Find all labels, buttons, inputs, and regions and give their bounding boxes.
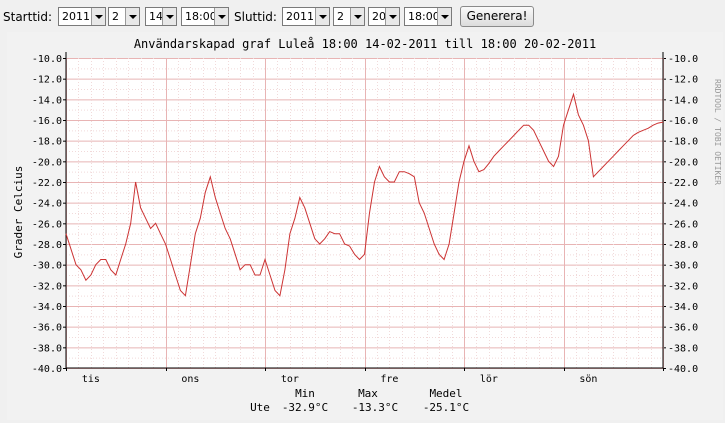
- end-month-select[interactable]: 2: [333, 7, 365, 26]
- start-month-select[interactable]: 2: [108, 7, 140, 26]
- stats-max-value: -13.3°C: [352, 401, 398, 414]
- chevron-down-icon: [385, 8, 399, 25]
- chevron-down-icon: [350, 8, 364, 25]
- chevron-down-icon: [162, 8, 176, 25]
- y-tick-label: -32.0: [668, 281, 698, 292]
- y-tick-label: -10.0: [32, 54, 62, 65]
- rrdtool-credit: RRDTOOL / TOBI OETIKER: [713, 79, 722, 185]
- end-year-select[interactable]: 2011: [282, 7, 330, 26]
- toolbar: Starttid: 2011 2 14 18:00 Sluttid: 2011 …: [0, 0, 725, 34]
- x-tick-label: tor: [281, 374, 299, 385]
- y-tick-label: -26.0: [668, 219, 698, 230]
- y-tick-label: -28.0: [32, 240, 62, 251]
- y-tick-label: -12.0: [668, 75, 698, 86]
- y-tick-label: -14.0: [32, 95, 62, 106]
- stats-min-value: -32.9°C: [282, 401, 328, 414]
- start-time-label: Starttid:: [3, 10, 53, 24]
- temperature-chart: -10.0 -12.0 -14.0 -16.0 -18.0 -20.0 -22.0 -24.0…: [7, 32, 723, 420]
- y-tick-label: -22.0: [668, 178, 698, 189]
- y-tick-labels-left: -10.0 -12.0 -14.0 -16.0 -18.0 -20.0 -22.0 -24.0…: [32, 54, 62, 375]
- y-tick-label: -24.0: [32, 199, 62, 210]
- stats-min-label: Min: [295, 387, 315, 400]
- start-day-value: 14: [149, 10, 163, 23]
- y-tick-label: -18.0: [668, 137, 698, 148]
- stats-row-label: Ute: [250, 401, 270, 414]
- y-tick-label: -10.0: [668, 54, 698, 65]
- x-tick-label: lör: [480, 374, 498, 385]
- y-tick-label: -24.0: [668, 199, 698, 210]
- y-tick-label: -18.0: [32, 137, 62, 148]
- x-tick-label: ons: [181, 374, 199, 385]
- start-year-value: 2011: [62, 10, 90, 23]
- y-tick-label: -28.0: [668, 240, 698, 251]
- y-tick-label: -36.0: [668, 323, 698, 334]
- y-tick-label: -32.0: [32, 281, 62, 292]
- y-tick-label: -16.0: [668, 116, 698, 127]
- chevron-down-icon: [91, 8, 105, 25]
- y-tick-label: -12.0: [32, 75, 62, 86]
- end-time-select[interactable]: 18:00: [404, 7, 452, 26]
- y-tick-label: -26.0: [32, 219, 62, 230]
- y-tick-label: -38.0: [32, 343, 62, 354]
- y-axis-label: Grader Celcius: [12, 166, 25, 259]
- x-tick-label: tis: [82, 374, 100, 385]
- start-month-value: 2: [112, 10, 119, 23]
- chevron-down-icon: [315, 8, 329, 25]
- y-tick-label: -34.0: [668, 302, 698, 313]
- start-time-value: 18:00: [185, 10, 217, 23]
- y-tick-label: -20.0: [668, 157, 698, 168]
- start-day-select[interactable]: 14: [145, 7, 177, 26]
- end-year-value: 2011: [286, 10, 314, 23]
- y-tick-label: -20.0: [32, 157, 62, 168]
- end-time-label: Sluttid:: [234, 10, 277, 24]
- end-day-select[interactable]: 20: [368, 7, 400, 26]
- x-tick-label: fre: [380, 374, 398, 385]
- x-tick-label: sön: [579, 374, 597, 385]
- end-month-value: 2: [337, 10, 344, 23]
- y-tick-label: -14.0: [668, 95, 698, 106]
- y-tick-labels-right: -10.0 -12.0 -14.0 -16.0 -18.0 -20.0 -22.0 -24.0…: [668, 54, 698, 375]
- temperature-chart-svg: -10.0 -12.0 -14.0 -16.0 -18.0 -20.0 -22.0 -24.0…: [12, 37, 722, 414]
- y-tick-label: -40.0: [668, 364, 698, 375]
- y-tick-label: -22.0: [32, 178, 62, 189]
- chevron-down-icon: [214, 8, 228, 25]
- y-tick-label: -34.0: [32, 302, 62, 313]
- y-tick-label: -30.0: [32, 261, 62, 272]
- chevron-down-icon: [125, 8, 139, 25]
- stats-max-label: Max: [358, 387, 378, 400]
- x-tick-labels: tis ons tor fre lör sön: [82, 374, 598, 385]
- y-tick-label: -38.0: [668, 343, 698, 354]
- y-tick-label: -16.0: [32, 116, 62, 127]
- start-year-select[interactable]: 2011: [58, 7, 106, 26]
- end-time-value: 18:00: [408, 10, 440, 23]
- generate-button[interactable]: Generera!: [460, 6, 534, 27]
- y-tick-label: -30.0: [668, 261, 698, 272]
- chevron-down-icon: [437, 8, 451, 25]
- start-time-select[interactable]: 18:00: [181, 7, 229, 26]
- stats-mean-label: Medel: [429, 387, 462, 400]
- stats-mean-value: -25.1°C: [423, 401, 469, 414]
- y-tick-label: -40.0: [32, 364, 62, 375]
- chart-title: Användarskapad graf Luleå 18:00 14-02-20…: [134, 37, 596, 51]
- end-day-value: 20: [372, 10, 386, 23]
- y-tick-label: -36.0: [32, 323, 62, 334]
